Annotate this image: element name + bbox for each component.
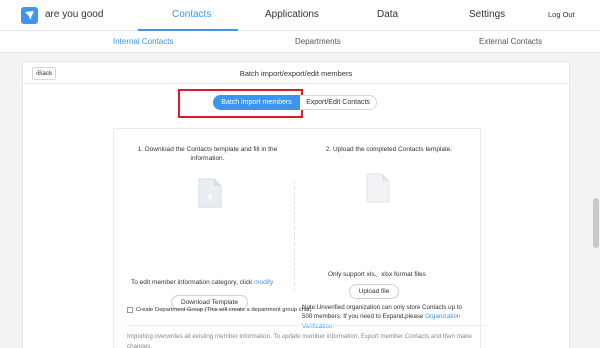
tab-batch-import[interactable]: Batch import members [213, 95, 300, 110]
modify-hint: To edit member information category, cli… [131, 279, 274, 286]
format-hint: Only support xls、xlsx format files [328, 271, 426, 278]
scrollbar-thumb[interactable] [593, 198, 599, 248]
step1-text: 1. Download the Contacts template and fi… [137, 146, 278, 163]
nav-tab-settings[interactable]: Settings [469, 9, 505, 20]
nav-tab-data[interactable]: Data [377, 9, 398, 20]
create-dept-group-checkbox[interactable] [127, 307, 133, 313]
divider [294, 181, 295, 291]
import-panel: 1. Download the Contacts template and fi… [113, 128, 481, 348]
subnav-internal-contacts[interactable]: Internal Contacts [113, 37, 173, 46]
tab-export-edit[interactable]: Export/Edit Contacts [300, 95, 377, 110]
modify-link[interactable]: modify [254, 279, 273, 286]
card-header: ‹ Back Batch import/export/edit members [23, 62, 569, 84]
step2-text: 2. Upload the completed Contacts templat… [325, 146, 453, 153]
file-icon [366, 173, 390, 208]
excel-file-icon: X [198, 178, 222, 213]
create-dept-group-option[interactable]: Create Department Group (This will creat… [127, 307, 312, 313]
batch-import-card: ‹ Back Batch import/export/edit members B… [22, 61, 570, 348]
page-title: Batch import/export/edit members [239, 69, 353, 78]
subnav-departments[interactable]: Departments [295, 37, 341, 46]
logout-link[interactable]: Log Out [548, 10, 575, 19]
upload-file-button[interactable]: Upload file [349, 284, 399, 299]
nav-tab-applications[interactable]: Applications [265, 9, 319, 20]
create-dept-group-label: Create Department Group (This will creat… [136, 307, 312, 313]
sub-navbar: Internal Contacts Departments External C… [0, 31, 600, 53]
subnav-external-contacts[interactable]: External Contacts [479, 37, 542, 46]
svg-text:X: X [207, 193, 213, 202]
overwrite-warning: Importing overwrites all existing member… [127, 325, 487, 348]
org-name: are you good [45, 9, 104, 20]
nav-tab-contacts[interactable]: Contacts [172, 9, 211, 20]
app-logo-icon[interactable] [21, 7, 38, 24]
top-navbar: are you good Contacts Applications Data … [0, 0, 600, 31]
